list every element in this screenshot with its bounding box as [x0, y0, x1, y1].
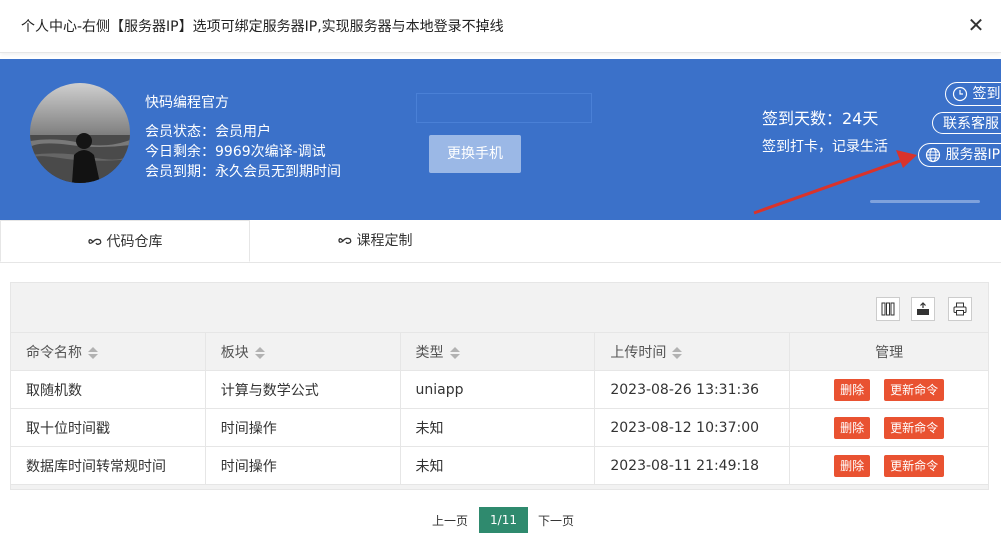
remaining-value: 9969次编译-调试	[215, 144, 326, 160]
cell-time: 2023-08-26 13:31:36	[594, 370, 791, 409]
column-header-type[interactable]: 类型	[399, 332, 596, 371]
change-phone-button[interactable]: 更换手机	[429, 135, 521, 173]
cell-manage: 删除 更新命令	[789, 408, 989, 447]
pagination: 上一页 1/11 下一页	[0, 507, 1001, 533]
cell-type: 未知	[399, 446, 596, 485]
data-table-card: 命令名称 板块 类型 上传时间 管理 取随机数 计算与数学公式 uniapp 2…	[10, 282, 989, 490]
sort-icon[interactable]	[672, 346, 683, 359]
cell-type: uniapp	[399, 370, 596, 409]
cell-time: 2023-08-11 21:49:18	[594, 446, 791, 485]
expiry-value: 永久会员无到期时间	[215, 164, 341, 180]
contact-label: 联系客服	[943, 116, 999, 132]
member-status-label: 会员状态：	[145, 124, 215, 140]
cell-time: 2023-08-12 10:37:00	[594, 408, 791, 447]
server-ip-label: 服务器IP	[945, 147, 1001, 163]
tab-course-customization[interactable]: 课程定制	[250, 220, 500, 262]
profile-banner: 快码编程官方 会员状态：会员用户 今日剩余：9969次编译-调试 会员到期：永久…	[0, 59, 1001, 220]
tab-bar: 代码仓库 课程定制	[0, 220, 1001, 263]
cell-section: 计算与数学公式	[204, 370, 401, 409]
cell-manage: 删除 更新命令	[789, 370, 989, 409]
prev-page-link[interactable]: 上一页	[432, 512, 468, 529]
cell-section: 时间操作	[204, 408, 401, 447]
phone-field[interactable]	[416, 93, 592, 123]
cell-type: 未知	[399, 408, 596, 447]
cell-name: 数据库时间转常规时间	[10, 446, 206, 485]
table-row: 数据库时间转常规时间 时间操作 未知 2023-08-11 21:49:18 删…	[10, 446, 989, 485]
globe-icon	[925, 147, 941, 163]
delete-button[interactable]: 删除	[834, 454, 871, 477]
link-icon	[87, 238, 101, 245]
link-icon	[337, 237, 351, 244]
sort-icon[interactable]	[254, 346, 265, 359]
dialog-titlebar: 个人中心-右侧【服务器IP】选项可绑定服务器IP,实现服务器与本地登录不掉线 ✕	[0, 0, 1001, 53]
sort-icon[interactable]	[88, 346, 98, 359]
sort-icon[interactable]	[449, 346, 460, 359]
tab-label: 课程定制	[356, 233, 413, 249]
server-ip-button[interactable]: 服务器IP	[918, 143, 1001, 167]
export-icon[interactable]	[911, 297, 935, 321]
current-page-indicator[interactable]: 1/11	[479, 507, 528, 533]
tab-code-repository[interactable]: 代码仓库	[0, 220, 250, 262]
column-header-name[interactable]: 命令名称	[10, 332, 206, 371]
dialog-title: 个人中心-右侧【服务器IP】选项可绑定服务器IP,实现服务器与本地登录不掉线	[21, 19, 504, 35]
cell-name: 取随机数	[10, 370, 206, 409]
table-header-row: 命令名称 板块 类型 上传时间 管理	[10, 332, 989, 371]
checkin-slogan: 签到打卡，记录生活	[762, 139, 888, 155]
table-row: 取随机数 计算与数学公式 uniapp 2023-08-26 13:31:36 …	[10, 370, 989, 409]
command-table: 命令名称 板块 类型 上传时间 管理 取随机数 计算与数学公式 uniapp 2…	[10, 332, 989, 485]
table-row: 取十位时间戳 时间操作 未知 2023-08-12 10:37:00 删除 更新命…	[10, 408, 989, 447]
print-icon[interactable]	[948, 297, 972, 321]
remaining-line: 今日剩余：9969次编译-调试	[145, 141, 326, 161]
checkin-days: 签到天数：24天	[762, 109, 879, 128]
column-header-manage: 管理	[789, 332, 989, 371]
close-icon[interactable]: ✕	[966, 14, 986, 36]
signin-button[interactable]: 签到	[945, 82, 1001, 106]
column-header-section[interactable]: 板块	[204, 332, 401, 371]
avatar	[30, 83, 130, 183]
delete-button[interactable]: 删除	[834, 416, 871, 439]
member-status-line: 会员状态：会员用户	[145, 121, 271, 141]
signin-label: 签到	[972, 86, 1001, 102]
clock-icon	[952, 86, 968, 102]
update-command-button[interactable]: 更新命令	[884, 378, 945, 401]
column-header-upload-time[interactable]: 上传时间	[594, 332, 791, 371]
expiry-line: 会员到期：永久会员无到期时间	[145, 161, 341, 181]
tab-label: 代码仓库	[106, 234, 163, 250]
columns-icon[interactable]	[876, 297, 900, 321]
remaining-label: 今日剩余：	[145, 144, 215, 160]
contact-service-button[interactable]: 联系客服	[932, 112, 1001, 134]
cell-section: 时间操作	[204, 446, 401, 485]
decorative-line	[870, 200, 980, 203]
cell-manage: 删除 更新命令	[789, 446, 989, 485]
expiry-label: 会员到期：	[145, 164, 215, 180]
username: 快码编程官方	[145, 95, 229, 111]
update-command-button[interactable]: 更新命令	[884, 416, 945, 439]
cell-name: 取十位时间戳	[10, 408, 206, 447]
next-page-link[interactable]: 下一页	[538, 512, 574, 529]
member-status-value: 会员用户	[215, 124, 271, 140]
delete-button[interactable]: 删除	[834, 378, 871, 401]
update-command-button[interactable]: 更新命令	[884, 454, 945, 477]
